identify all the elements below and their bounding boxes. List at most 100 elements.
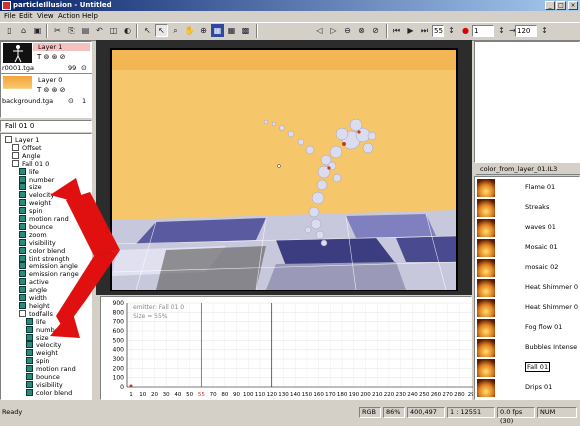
property-icon: [19, 301, 26, 309]
status-mode: RGB: [359, 407, 381, 418]
tree-label: height: [29, 301, 50, 310]
bg-icon[interactable]: ▩: [239, 24, 252, 37]
fps-spinner[interactable]: ↕: [538, 24, 551, 37]
x-tick-label: 29: [468, 392, 473, 398]
library-item[interactable]: Bubbles Intense: [475, 338, 579, 358]
tree-label: life: [29, 167, 39, 176]
tree-property[interactable]: color blend: [26, 388, 72, 398]
layer-name[interactable]: Layer 0: [38, 76, 62, 84]
menu-file[interactable]: File: [4, 12, 16, 20]
hand-icon[interactable]: ✋: [183, 24, 196, 37]
play-icon[interactable]: ▶: [404, 24, 417, 37]
save-icon[interactable]: ▣: [31, 24, 44, 37]
mask-icon[interactable]: ◐: [121, 24, 134, 37]
layer-visible-icon[interactable]: ⊙: [68, 97, 74, 105]
status-coords: 400,497: [407, 407, 445, 418]
node-icon: [19, 309, 26, 317]
cut-icon[interactable]: ✂: [51, 24, 64, 37]
library-item[interactable]: Heat Shimmer 0: [475, 298, 579, 318]
frame-input[interactable]: 55: [432, 25, 444, 37]
status-num: NUM: [537, 407, 577, 418]
library-item-label: Heat Shimmer 0: [525, 283, 579, 291]
display-icon[interactable]: ▦: [211, 24, 224, 37]
menu-edit[interactable]: Edit: [19, 12, 33, 20]
y-tick-label: 700: [113, 319, 125, 326]
rewind-icon[interactable]: ◁: [313, 24, 326, 37]
library-item-label: Streaks: [525, 203, 550, 211]
library-item[interactable]: Mosaic 01: [475, 238, 579, 258]
tree-label: todfalls: [29, 309, 53, 318]
step-forward-icon[interactable]: ⏭: [418, 24, 431, 37]
stage-viewport[interactable]: [96, 40, 472, 295]
property-icon: [26, 373, 33, 380]
tree-label: visibility: [29, 238, 56, 247]
menu-help[interactable]: Help: [82, 12, 98, 20]
loop-icon[interactable]: ⊖: [341, 24, 354, 37]
layer-icon[interactable]: ◫: [107, 24, 120, 37]
x-tick-label: 130: [278, 392, 289, 398]
property-icon: [26, 333, 33, 341]
library-item[interactable]: waves 01: [475, 218, 579, 238]
y-tick-label: 600: [113, 328, 125, 335]
tree-label: width: [29, 294, 47, 302]
tree-label: bounce: [29, 222, 53, 231]
property-icon: [26, 341, 33, 349]
layer-file: background.tga: [2, 97, 54, 105]
frame-spinner[interactable]: ↕: [445, 24, 458, 37]
open-icon[interactable]: ⌂: [17, 24, 30, 37]
emitter-library[interactable]: Flame 01 Streaks waves 01 Mosaic 01 mosaic 0…: [474, 176, 580, 400]
library-item[interactable]: mosaic 02: [475, 258, 579, 278]
x-tick-label: 230: [396, 392, 407, 398]
layer-tools-icon[interactable]: T ⊚ ⊛ ⊘: [37, 53, 66, 61]
undo-icon[interactable]: ↶: [93, 24, 106, 37]
close-button[interactable]: ×: [568, 1, 578, 10]
library-item[interactable]: Streaks: [475, 198, 579, 218]
toolbar-separator: [46, 24, 48, 38]
library-item[interactable]: Fog flow 01: [475, 318, 579, 338]
second-input[interactable]: 1: [472, 25, 494, 37]
y-tick-label: 200: [113, 365, 125, 372]
pointer-icon[interactable]: ↖: [141, 24, 154, 37]
zoom-icon[interactable]: ⌕: [169, 24, 182, 37]
step-icon[interactable]: ▷: [327, 24, 340, 37]
target-icon[interactable]: ⊕: [197, 24, 210, 37]
minimize-button[interactable]: _: [545, 1, 555, 10]
tree-label: number: [29, 175, 55, 184]
emitter-tree[interactable]: Layer 1 Offset Angle Fall 01 0 life number siz…: [0, 133, 92, 400]
select-icon[interactable]: ↖: [155, 24, 168, 37]
x-tick-label: 180: [337, 392, 348, 398]
property-icon: [26, 365, 33, 373]
go-start-icon[interactable]: ⏮: [390, 24, 403, 37]
copy-icon[interactable]: ⎘: [65, 24, 78, 37]
x-tick-label: 200: [360, 392, 371, 398]
app-icon: [2, 1, 11, 10]
emitter-panel-header: Fall 01 0: [0, 120, 92, 132]
fps-input[interactable]: 120: [515, 25, 537, 37]
background-thumbnail[interactable]: [3, 76, 32, 94]
record-icon[interactable]: ●: [459, 24, 472, 37]
library-item[interactable]: Flame 01: [475, 178, 579, 198]
status-frame: 1 : 12551: [447, 407, 495, 418]
library-item[interactable]: Heat Shimmer 0: [475, 278, 579, 298]
emitter-thumbnail: [477, 299, 495, 317]
grid-icon[interactable]: ▦: [225, 24, 238, 37]
new-icon[interactable]: ▯: [3, 24, 16, 37]
graph-panel[interactable]: 900 800 700 600 500 400 300 200 100 0 1 10 20 30 40 50 5…: [100, 296, 475, 400]
layer-name[interactable]: Layer 1: [38, 43, 62, 51]
property-icon: [19, 294, 26, 301]
library-item[interactable]: Fall 01: [475, 358, 579, 378]
layer-thumbnail[interactable]: [3, 43, 32, 63]
pingpong-icon[interactable]: ⊗: [355, 24, 368, 37]
tree-label: bounce: [36, 373, 60, 381]
layer-tools-icon[interactable]: T ⊚ ⊛ ⊘: [37, 86, 66, 94]
menu-view[interactable]: View: [37, 12, 54, 20]
maximize-button[interactable]: □: [556, 1, 566, 10]
menu-action[interactable]: Action: [58, 12, 80, 20]
x-tick-label: 100: [243, 392, 254, 398]
paste-icon[interactable]: ▤: [79, 24, 92, 37]
layer-visible-icon[interactable]: ⊙: [81, 64, 87, 72]
library-item-label: Heat Shimmer 0: [525, 303, 579, 311]
library-item[interactable]: Drips 01: [475, 378, 579, 398]
property-icon: [19, 175, 26, 183]
range-icon[interactable]: ⊘: [369, 24, 382, 37]
